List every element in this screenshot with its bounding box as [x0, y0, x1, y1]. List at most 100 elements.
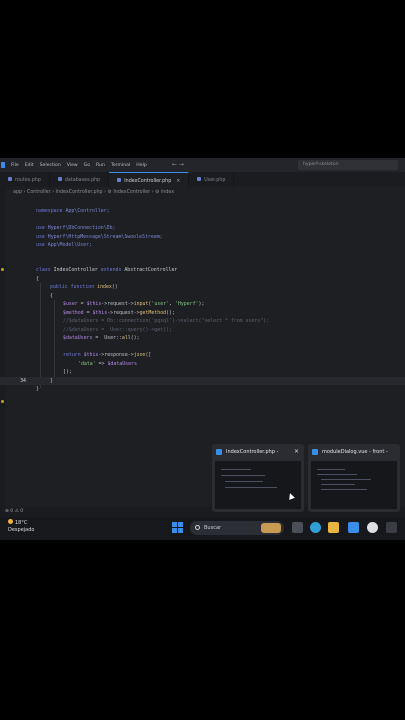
terminal-icon[interactable] [386, 522, 397, 533]
variable: $this [83, 352, 99, 358]
menu-view[interactable]: View [67, 163, 78, 168]
code-line: class IndexController extends AbstractCo… [0, 266, 405, 275]
variable: $dataUsers [63, 335, 96, 341]
keyword: class [36, 267, 54, 273]
php-file-icon [197, 177, 202, 181]
keyword: use [36, 233, 48, 240]
variable: $dataUsers [107, 360, 137, 367]
namespace: Hyperf\DbConnection\Db; [47, 225, 116, 231]
file-explorer-icon[interactable] [328, 522, 339, 533]
code-line: use Hyperf\DbConnection\Db; [0, 224, 405, 233]
paren: ); [198, 301, 205, 307]
breakpoint-icon [1, 400, 4, 403]
code-line: $user = $this->request->input('user', 'H… [0, 300, 405, 309]
code-line: 'data' => $dataUsers [0, 360, 405, 369]
tab-label: routes.php [15, 178, 41, 183]
code-line: use App\Model\User; [0, 241, 405, 250]
window-preview-indexcontroller[interactable]: IndexController.php - × [212, 444, 304, 512]
windows-taskbar: 18°C Despejado Buscar [0, 517, 405, 540]
menu-help[interactable]: Help [136, 163, 146, 168]
menu-edit[interactable]: Edit [25, 163, 34, 168]
line-number: 34 [20, 377, 26, 384]
windows-start-icon[interactable] [172, 522, 183, 533]
menu-bar: File Edit Selection View Go Run Terminal… [0, 158, 405, 172]
parens: () [111, 284, 118, 290]
brace: } [50, 377, 53, 384]
method: json [133, 352, 146, 358]
paren: (); [130, 335, 140, 341]
comment: //$dataUsers = User::query()->get(); [63, 326, 172, 333]
namespace: App\Controller; [65, 208, 110, 214]
vscode-logo-icon [312, 449, 318, 455]
command-center-search[interactable]: hyperf-skeleton [298, 160, 398, 170]
variable: $method [63, 309, 87, 316]
close-preview-icon[interactable]: × [294, 448, 299, 455]
preview-thumbnail [311, 461, 397, 509]
php-file-icon [57, 177, 62, 181]
preview-title: IndexController.php - [226, 449, 279, 455]
weather-widget[interactable]: 18°C Despejado [8, 519, 34, 534]
tab-routes[interactable]: routes.php [0, 172, 50, 187]
namespace: App\Model\User; [47, 242, 92, 248]
namespace: Hyperf\HttpMessage\Stream\SwooleStream; [47, 233, 163, 240]
code-line: { [0, 275, 405, 284]
class-name: AbstractController [124, 267, 178, 273]
menu-run[interactable]: Run [96, 163, 105, 168]
paren: ([ [145, 352, 152, 358]
chrome-icon[interactable] [367, 522, 378, 533]
edge-browser-icon[interactable] [310, 522, 321, 533]
tab-indexcontroller[interactable]: IndexController.php × [109, 172, 190, 187]
code-line: return $this->response->json([ [0, 351, 405, 360]
code-line: use Hyperf\HttpMessage\Stream\SwooleStre… [0, 233, 405, 242]
paren: (); [166, 309, 175, 316]
code-line: } [0, 385, 405, 394]
function-name: index [97, 284, 112, 290]
code-line: { [0, 292, 405, 301]
method: input [133, 301, 149, 307]
editor-tabs: routes.php databases.php IndexController… [0, 172, 405, 187]
keyword: extends [100, 267, 125, 273]
paren: ]); [63, 369, 72, 375]
code-line: //$dataUsers = Db::connection('pgsql')->… [0, 317, 405, 326]
current-code-line: 34} [0, 376, 405, 385]
sun-icon [8, 519, 13, 524]
code-line: $method = $this->request->getMethod(); [0, 309, 405, 318]
keyword: namespace [36, 208, 66, 214]
weather-text: Despejado [8, 527, 35, 533]
code-line: ]); [0, 368, 405, 377]
code-line: //$dataUsers = User::query()->get(); [0, 326, 405, 335]
method: all [121, 335, 131, 341]
close-tab-icon[interactable]: × [176, 179, 180, 184]
menu-selection[interactable]: Selection [40, 163, 61, 168]
keyword: use [36, 242, 48, 248]
tab-user[interactable]: User.php [189, 172, 235, 187]
task-view-icon[interactable] [292, 522, 303, 533]
string: 'Hyperf' [174, 301, 199, 307]
menu-file[interactable]: File [11, 163, 19, 168]
nav-arrows-icon[interactable]: ← → [172, 161, 184, 168]
brace: { [36, 275, 39, 282]
vscode-taskbar-icon[interactable] [348, 522, 359, 533]
tab-label: databases.php [64, 178, 101, 183]
preview-title: moduleDialog.vue - front - [322, 449, 388, 455]
property: ->request-> [101, 301, 134, 307]
method: getMethod [139, 309, 167, 316]
menu-terminal[interactable]: Terminal [111, 163, 130, 168]
brace: } [36, 386, 39, 392]
taskbar-search[interactable]: Buscar [190, 521, 284, 535]
property: ->request-> [107, 309, 140, 316]
property: ->response-> [98, 352, 134, 358]
php-file-icon [8, 177, 12, 181]
window-preview-moduledialog[interactable]: moduleDialog.vue - front - [308, 444, 400, 512]
comment: //$dataUsers = Db::connection('pgsql')->… [63, 318, 270, 324]
vscode-logo-icon [1, 162, 5, 168]
code-line: public function index() [0, 283, 405, 292]
preview-thumbnail [215, 461, 301, 509]
menu-go[interactable]: Go [84, 163, 90, 168]
breadcrumb[interactable]: app › Controller › IndexController.php ›… [13, 190, 174, 195]
string: 'user' [151, 301, 170, 307]
tab-databases[interactable]: databases.php [50, 172, 110, 187]
search-icon [195, 525, 200, 530]
tab-label: IndexController.php [124, 179, 172, 184]
code-line: namespace App\Controller; [0, 207, 405, 216]
